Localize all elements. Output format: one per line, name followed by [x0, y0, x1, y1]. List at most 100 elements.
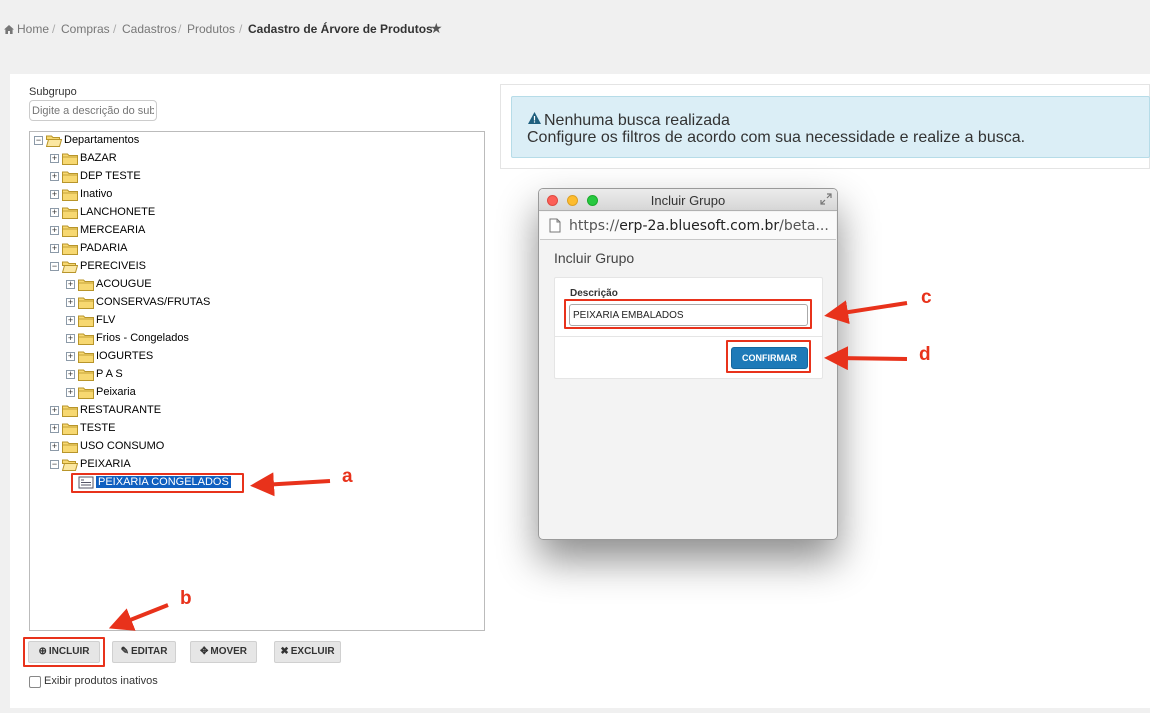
close-icon: ✖ — [280, 646, 289, 657]
folder-icon — [78, 296, 94, 309]
document-icon — [549, 218, 561, 233]
breadcrumb: Home / Compras / Cadastros / Produtos / … — [0, 0, 1150, 58]
breadcrumb-current: Cadastro de Árvore de Produtos — [248, 22, 433, 36]
collapse-icon[interactable]: − — [34, 136, 43, 145]
breadcrumb-separator: / — [239, 22, 243, 36]
pencil-icon: ✎ — [120, 646, 129, 657]
tree-item-label[interactable]: IOGURTES — [96, 350, 153, 362]
annotation-letter-b: b — [180, 588, 192, 609]
folder-icon — [62, 206, 78, 219]
tree-folder-item[interactable]: + P A S — [0, 367, 123, 383]
expand-icon[interactable]: + — [66, 316, 75, 325]
folder-icon — [78, 368, 94, 381]
move-icon: ✥ — [199, 646, 209, 657]
tree-item-label[interactable]: RESTAURANTE — [80, 404, 161, 416]
tree-item-label[interactable]: Departamentos — [64, 134, 139, 146]
tree-folder-item[interactable]: + BAZAR — [0, 151, 117, 167]
tree-folder-item[interactable]: + Peixaria — [0, 385, 136, 401]
expand-icon[interactable]: + — [50, 172, 59, 181]
tree-folder-item[interactable]: − PERECIVEIS — [0, 259, 146, 275]
tree-item-label[interactable]: BAZAR — [80, 152, 117, 164]
tree-root-item[interactable]: − Departamentos — [0, 133, 139, 149]
star-icon[interactable]: ★ — [430, 20, 443, 37]
breadcrumb-produtos[interactable]: Produtos — [187, 22, 235, 36]
expand-icon[interactable]: + — [66, 334, 75, 343]
folder-icon — [62, 188, 78, 201]
expand-icon[interactable]: + — [66, 388, 75, 397]
expand-icon[interactable]: + — [50, 442, 59, 451]
tree-item-label[interactable]: CONSERVAS/FRUTAS — [96, 296, 210, 308]
window-titlebar[interactable]: Incluir Grupo — [539, 189, 837, 211]
breadcrumb-cadastros[interactable]: Cadastros — [122, 22, 177, 36]
tree-folder-item[interactable]: + DEP TESTE — [0, 169, 141, 185]
tree-item-label[interactable]: Peixaria — [96, 386, 136, 398]
expand-icon[interactable]: + — [50, 424, 59, 433]
tree-folder-item[interactable]: + MERCEARIA — [0, 223, 145, 239]
folder-icon — [62, 422, 78, 435]
tree-folder-item[interactable]: + LANCHONETE — [0, 205, 155, 221]
url-text: https://erp-2a.bluesoft.com.br/beta... — [569, 218, 829, 234]
tree-item-label[interactable]: P A S — [96, 368, 123, 380]
subgroup-search-input[interactable] — [29, 100, 157, 121]
expand-icon[interactable]: + — [50, 208, 59, 217]
tree-folder-item[interactable]: + IOGURTES — [0, 349, 153, 365]
tree-folder-item[interactable]: + USO CONSUMO — [0, 439, 164, 455]
collapse-icon[interactable]: − — [50, 262, 59, 271]
folder-icon — [78, 332, 94, 345]
tree-item-label[interactable]: ACOUGUE — [96, 278, 152, 290]
breadcrumb-compras[interactable]: Compras — [61, 22, 110, 36]
folder-icon — [78, 350, 94, 363]
tree-folder-item[interactable]: − PEIXARIA — [0, 457, 131, 473]
tree-item-label[interactable]: TESTE — [80, 422, 115, 434]
expand-icon[interactable]: + — [50, 226, 59, 235]
tree-item-label[interactable]: USO CONSUMO — [80, 440, 164, 452]
annotation-letter-a: a — [342, 466, 353, 487]
tree-folder-item[interactable]: + FLV — [0, 313, 115, 329]
show-inactive-label: Exibir produtos inativos — [44, 675, 158, 687]
tree-item-label[interactable]: PADARIA — [80, 242, 127, 254]
mover-button[interactable]: ✥ MOVER — [190, 641, 257, 663]
folder-icon — [78, 386, 94, 399]
expand-icon[interactable]: + — [50, 190, 59, 199]
folder-open-icon — [61, 260, 79, 273]
expand-icon[interactable]: + — [66, 352, 75, 361]
breadcrumb-separator: / — [178, 22, 182, 36]
tree-item-label[interactable]: DEP TESTE — [80, 170, 141, 182]
tree-folder-item[interactable]: + RESTAURANTE — [0, 403, 161, 419]
url-bar[interactable]: https://erp-2a.bluesoft.com.br/beta... — [540, 212, 836, 240]
excluir-button[interactable]: ✖ EXCLUIR — [274, 641, 341, 663]
collapse-icon[interactable]: − — [50, 460, 59, 469]
expand-icon[interactable]: + — [66, 280, 75, 289]
expand-icon[interactable]: + — [50, 406, 59, 415]
tree-folder-item[interactable]: + Frios - Congelados — [0, 331, 189, 347]
editar-button[interactable]: ✎ EDITAR — [112, 641, 176, 663]
annotation-letter-c: c — [921, 287, 932, 308]
show-inactive-checkbox[interactable] — [29, 676, 41, 688]
tree-folder-item[interactable]: + PADARIA — [0, 241, 127, 257]
tree-item-label[interactable]: FLV — [96, 314, 115, 326]
folder-icon — [62, 170, 78, 183]
highlight-box-d — [726, 340, 811, 373]
expand-icon[interactable]: + — [66, 370, 75, 379]
expand-icon[interactable]: + — [50, 154, 59, 163]
expand-icon[interactable]: + — [50, 244, 59, 253]
folder-icon — [62, 152, 78, 165]
tree-folder-item[interactable]: + ACOUGUE — [0, 277, 152, 293]
tree-item-label[interactable]: Frios - Congelados — [96, 332, 189, 344]
tree-folder-item[interactable]: + TESTE — [0, 421, 115, 437]
tree-folder-item[interactable]: + CONSERVAS/FRUTAS — [0, 295, 210, 311]
tree-folder-item[interactable]: + Inativo — [0, 187, 112, 203]
breadcrumb-home[interactable]: Home — [4, 22, 49, 36]
warning-icon — [528, 112, 541, 124]
tree-item-label[interactable]: PERECIVEIS — [80, 260, 146, 272]
tree-leaf-item[interactable]: PEIXARIA CONGELADOS — [0, 475, 231, 491]
subgrupo-label: Subgrupo — [29, 86, 77, 98]
expand-icon[interactable] — [820, 193, 832, 205]
alert-message: Configure os filtros de acordo com sua n… — [527, 129, 1026, 146]
window-title: Incluir Grupo — [650, 193, 726, 208]
tree-item-label[interactable]: MERCEARIA — [80, 224, 145, 236]
tree-item-label[interactable]: Inativo — [80, 188, 112, 200]
tree-item-label[interactable]: PEIXARIA — [80, 458, 131, 470]
expand-icon[interactable]: + — [66, 298, 75, 307]
tree-item-label[interactable]: LANCHONETE — [80, 206, 155, 218]
